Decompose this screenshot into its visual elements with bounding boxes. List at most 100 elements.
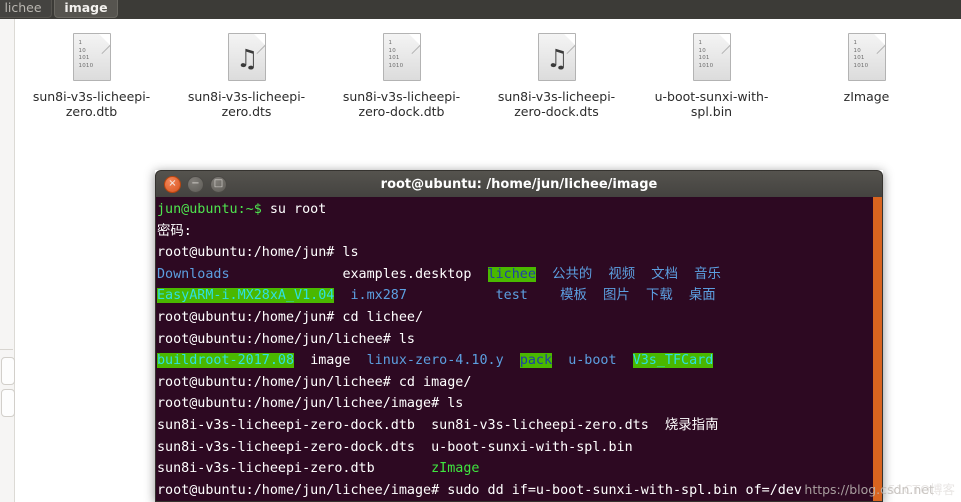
terminal-text: 下载 — [645, 288, 673, 304]
terminal-text: jun@ubuntu:~$ — [157, 202, 270, 217]
dogear-corner — [98, 34, 110, 45]
terminal-line: root@ubuntu:/home/jun/lichee# cd image/ — [157, 372, 802, 394]
terminal-line: jun@ubuntu:~$ su root — [157, 199, 802, 221]
binary-digits: 1 10 101 1010 — [78, 40, 94, 69]
breadcrumb-item-lichee[interactable]: lichee — [0, 0, 52, 18]
terminal-text: buildroot-2017.08 — [157, 353, 295, 369]
terminal-text: 桌面 — [688, 288, 716, 304]
file-item[interactable]: 1 10 101 1010 u-boot-sunxi-with-spl.bin — [634, 19, 789, 139]
terminal-text: sun8i-v3s-licheepi-zero.dtb — [157, 461, 432, 477]
file-item[interactable]: 1 10 101 1010 sun8i-v3s-licheepi-zero-doc… — [324, 19, 479, 139]
close-icon[interactable]: × — [164, 175, 181, 193]
terminal-text: su root — [269, 202, 327, 217]
terminal-line: sun8i-v3s-licheepi-zero-dock.dts u-boot-… — [157, 437, 802, 459]
file-label: sun8i-v3s-licheepi-zero-dock.dtb — [342, 89, 461, 119]
terminal-title: root@ubuntu: /home/jun/lichee/image — [380, 176, 658, 192]
binary-digits: 1 10 101 1010 — [853, 40, 869, 69]
terminal-text: 图片 — [603, 288, 630, 304]
file-label: u-boot-sunxi-with-spl.bin — [654, 89, 769, 119]
terminal-body[interactable]: jun@ubuntu:~$ su root 密码: root@ubuntu:/hom… — [155, 197, 883, 502]
terminal-text: root@ubuntu:/home/jun# cd lichee/ — [157, 309, 424, 325]
dogear-corner — [873, 34, 885, 45]
terminal-text: 公共的 — [552, 266, 593, 282]
file-label: zImage — [843, 89, 890, 104]
watermark: https://blog.csdn.net51CTO博客 — [804, 479, 955, 498]
terminal-line: root@ubuntu:/home/jun/lichee/image# ls — [157, 393, 802, 415]
binary-file-icon: 1 10 101 1010 — [72, 33, 111, 81]
terminal-text: root@ubuntu:/home/jun/lichee# cd image/ — [157, 374, 472, 390]
sidebar-item-stub[interactable] — [1, 357, 15, 385]
sidebar-edge — [0, 19, 15, 502]
terminal-output: jun@ubuntu:~$ su root 密码: root@ubuntu:/hom… — [157, 199, 802, 501]
terminal-text: EasyARM-i.MX28xA_V1.04 — [157, 288, 335, 304]
file-label: sun8i-v3s-licheepi-zero-dock.dts — [497, 89, 616, 119]
terminal-line: EasyARM-i.MX28xA_V1.04 i.mx287 test 模板 图… — [157, 285, 802, 307]
maximize-glyph: □ — [213, 178, 224, 189]
binary-digits: 1 10 101 1010 — [388, 40, 404, 69]
terminal-text: linux-zero-4.10.y — [366, 353, 504, 369]
terminal-line: sun8i-v3s-licheepi-zero.dtb zImage — [157, 458, 802, 480]
terminal-text: lichee — [487, 266, 536, 282]
maximize-icon[interactable]: □ — [210, 175, 227, 193]
file-item[interactable]: 1 10 101 1010 zImage — [789, 19, 944, 139]
terminal-text: sun8i-v3s-licheepi-zero-dock.dts u-boot-… — [157, 439, 633, 455]
terminal-line: root@ubuntu:/home/jun# cd lichee/ — [157, 307, 802, 329]
file-item[interactable]: 1 10 101 1010 sun8i-v3s-licheepi-zero.dtb — [14, 19, 169, 139]
terminal-text: root@ubuntu:/home/jun/lichee/image# ls — [157, 396, 464, 412]
file-label: sun8i-v3s-licheepi-zero.dtb — [32, 89, 151, 119]
terminal-text: sun8i-v3s-licheepi-zero-dock.dtb sun8i-v… — [157, 417, 719, 433]
music-file-icon: ♫ — [227, 33, 266, 81]
terminal-text: root@ubuntu:/home/jun# ls — [157, 245, 359, 261]
terminal-scrollbar-thumb[interactable] — [873, 197, 882, 501]
minimize-icon[interactable]: − — [187, 175, 204, 193]
terminal-text: 视频 — [608, 266, 636, 282]
terminal-titlebar[interactable]: × − □ root@ubuntu: /home/jun/lichee/imag… — [155, 170, 883, 197]
dogear-corner — [408, 34, 420, 45]
binary-digits: 1 10 101 1010 — [698, 40, 714, 69]
terminal-text: examples.desktop — [342, 266, 472, 282]
dogear-fold-line — [720, 44, 730, 55]
breadcrumb-item-image[interactable]: image — [54, 0, 118, 18]
terminal-line: Downloads examples.desktop lichee 公共的 视频… — [157, 264, 802, 286]
terminal-text: i.mx287 — [350, 288, 407, 304]
binary-file-icon: 1 10 101 1010 — [382, 33, 421, 81]
terminal-text: 音乐 — [694, 266, 721, 282]
dogear-fold-line — [410, 44, 420, 55]
music-note-glyph: ♫ — [236, 43, 259, 73]
terminal-text: u-boot — [568, 353, 617, 369]
terminal-line: 密码: — [157, 221, 802, 243]
terminal-text: pack — [519, 353, 553, 369]
terminal-line: root@ubuntu:/home/jun# ls — [157, 242, 802, 264]
dogear-corner — [718, 34, 730, 45]
terminal-line: root@ubuntu:/home/jun/lichee# ls — [157, 329, 802, 351]
terminal-window: × − □ root@ubuntu: /home/jun/lichee/imag… — [155, 170, 883, 502]
terminal-text: root@ubuntu:/home/jun/lichee/image# sudo… — [157, 482, 802, 498]
file-item[interactable]: ♫ sun8i-v3s-licheepi-zero.dts — [169, 19, 324, 139]
file-item[interactable]: ♫ sun8i-v3s-licheepi-zero-dock.dts — [479, 19, 634, 139]
dogear-fold-line — [875, 44, 885, 55]
binary-file-icon: 1 10 101 1010 — [847, 33, 886, 81]
breadcrumb-label: image — [64, 0, 108, 15]
terminal-text: Downloads — [157, 266, 230, 282]
sidebar-item-stub[interactable] — [1, 389, 15, 417]
music-file-icon: ♫ — [537, 33, 576, 81]
terminal-scrollbar[interactable] — [873, 197, 882, 501]
close-glyph: × — [168, 178, 177, 189]
terminal-text: 文档 — [651, 266, 679, 282]
breadcrumb-label: lichee — [4, 0, 42, 15]
